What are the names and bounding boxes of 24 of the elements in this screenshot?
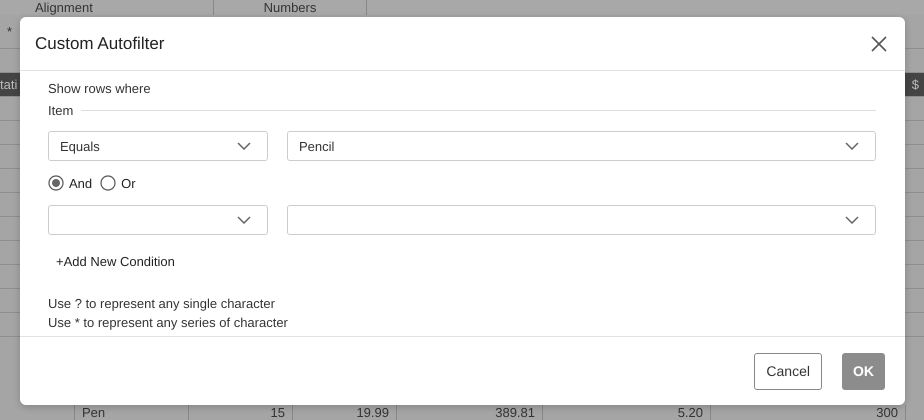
- value-dropdown[interactable]: Pencil: [287, 131, 876, 161]
- column-header-cell-text: $: [912, 77, 920, 92]
- chevron-down-icon: [237, 142, 251, 150]
- chevron-down-icon: [845, 216, 859, 224]
- intro-text: Show rows where: [48, 81, 152, 96]
- close-icon: [871, 36, 887, 52]
- value-dropdown[interactable]: [287, 205, 876, 235]
- chevron-down-icon: [845, 142, 859, 150]
- chevron-down-icon: [237, 216, 251, 224]
- ribbon-group-label: Alignment: [0, 0, 214, 15]
- row-marker: *: [6, 24, 12, 39]
- hint-text: Use * to represent any series of character: [48, 315, 289, 330]
- ribbon-group-label: Numbers: [214, 0, 367, 15]
- operator-dropdown[interactable]: Equals: [48, 131, 268, 161]
- dialog-title: Custom Autofilter: [35, 34, 164, 54]
- column-header-cell: tati: [0, 77, 18, 92]
- add-condition-link[interactable]: +Add New Condition: [48, 254, 175, 269]
- close-button[interactable]: [871, 36, 887, 52]
- radio-option[interactable]: And: [48, 175, 92, 191]
- cancel-button[interactable]: Cancel: [754, 352, 822, 390]
- field-label: Item: [48, 103, 74, 118]
- hint-text: Use ? to represent any single character: [48, 296, 276, 311]
- operator-dropdown[interactable]: [48, 205, 268, 235]
- radio-option[interactable]: Or: [100, 175, 136, 191]
